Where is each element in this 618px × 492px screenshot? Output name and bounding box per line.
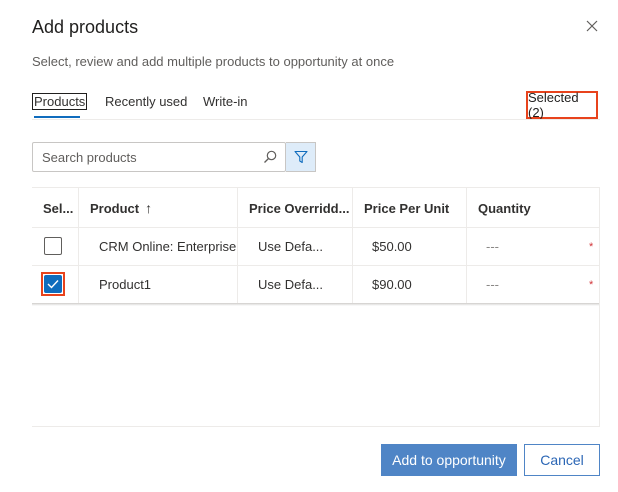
dialog-subtitle: Select, review and add multiple products… [32, 54, 395, 69]
column-divider [466, 188, 467, 304]
add-to-opportunity-button[interactable]: Add to opportunity [381, 444, 517, 476]
add-products-dialog: Add products Select, review and add mult… [0, 0, 618, 492]
search-box [32, 142, 286, 172]
sort-ascending-icon: ↑ [145, 200, 153, 216]
row-checkbox[interactable] [44, 237, 62, 255]
price-override-cell[interactable]: Use Defa... [258, 265, 348, 303]
search-icon[interactable] [263, 150, 277, 164]
tab-write-in[interactable]: Write-in [203, 94, 248, 109]
active-tab-indicator [34, 116, 80, 118]
tabs-divider [32, 119, 600, 120]
selected-count-tab[interactable]: Selected (2) [526, 90, 598, 120]
price-override-cell[interactable]: Use Defa... [258, 227, 348, 265]
checkmark-icon [47, 280, 59, 289]
required-indicator: * [589, 241, 594, 253]
quantity-cell[interactable]: --- [486, 227, 499, 265]
cancel-button[interactable]: Cancel [524, 444, 600, 476]
search-input[interactable] [33, 148, 264, 166]
close-icon[interactable] [582, 16, 602, 36]
tab-recently-used[interactable]: Recently used [105, 94, 187, 109]
products-grid: Sel... Product ↑ Price Overridd... Price… [32, 187, 600, 428]
column-header-product-label: Product [90, 200, 140, 216]
column-header-price-override[interactable]: Price Overridd... [238, 188, 353, 228]
product-name-cell[interactable]: Product1 [99, 265, 237, 303]
product-name-cell[interactable]: CRM Online: Enterprise ( [99, 227, 237, 265]
rows-shadow [32, 303, 600, 306]
column-header-price-per-unit[interactable]: Price Per Unit [353, 188, 467, 228]
column-divider [237, 188, 238, 304]
grid-border [599, 187, 600, 427]
column-divider [352, 188, 353, 304]
column-header-product[interactable]: Product ↑ [79, 188, 238, 228]
column-divider [78, 188, 79, 304]
quantity-cell[interactable]: --- [486, 265, 499, 303]
filter-button[interactable] [286, 142, 316, 172]
tab-products[interactable]: Products [32, 93, 88, 110]
filter-icon [293, 150, 308, 164]
required-indicator: * [589, 279, 594, 291]
price-per-unit-cell[interactable]: $50.00 [372, 227, 412, 265]
column-header-select[interactable]: Sel... [32, 188, 79, 228]
grid-border [32, 426, 600, 427]
price-per-unit-cell[interactable]: $90.00 [372, 265, 412, 303]
dialog-title: Add products [32, 17, 139, 37]
row-checkbox[interactable] [44, 275, 62, 293]
column-header-quantity[interactable]: Quantity [467, 188, 600, 228]
